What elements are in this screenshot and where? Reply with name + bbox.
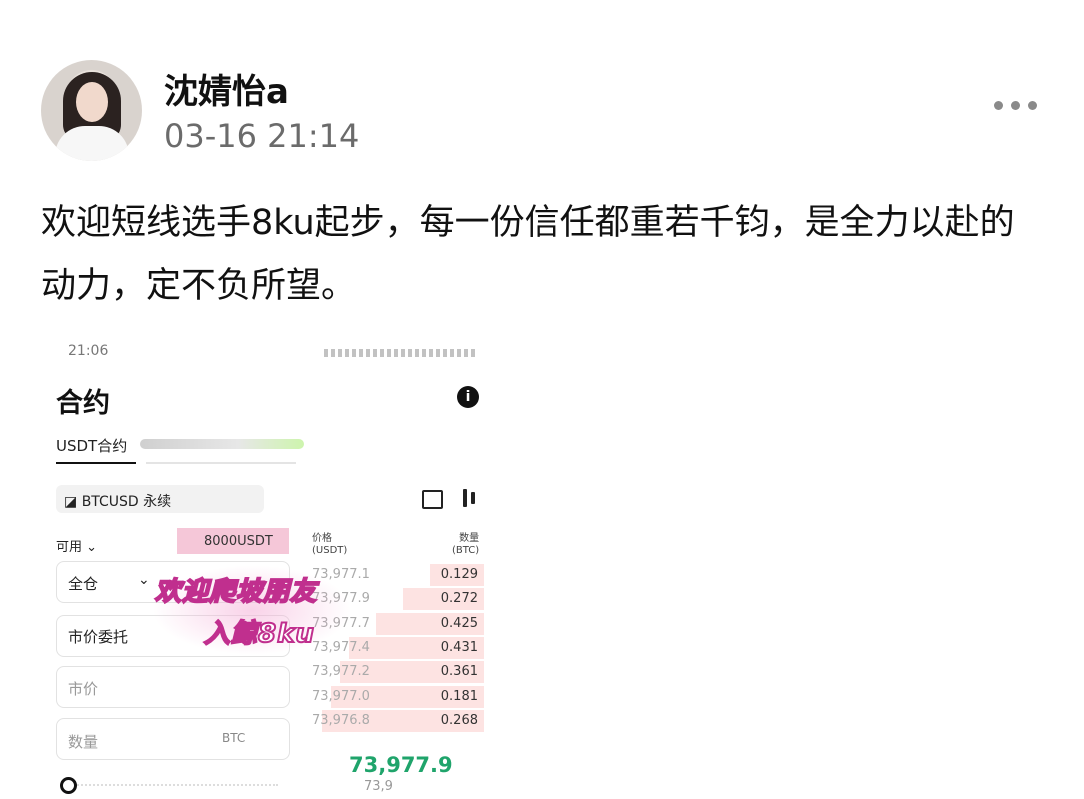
info-icon: i <box>457 386 479 408</box>
orderbook-row: 73,977.0 0.181 <box>304 685 484 709</box>
promo-overlay-line2: 入鲸8ku <box>203 618 315 650</box>
orderbook-row: 73,976.8 0.268 <box>304 709 484 733</box>
leverage-slider-track <box>74 784 278 786</box>
tab-active-underline <box>56 462 136 464</box>
tabs-blurred <box>140 439 304 449</box>
status-bar-clock: 21:06 <box>68 343 109 359</box>
more-options-icon[interactable] <box>994 101 1037 110</box>
orderbook-qty: 0.129 <box>440 567 478 582</box>
orderbook-price: 73,977.2 <box>312 664 370 680</box>
orderbook-row: 73,977.2 0.361 <box>304 660 484 684</box>
chevron-down-icon: ⌄ <box>138 572 150 588</box>
order-type-value: 市价委托 <box>68 628 129 646</box>
symbol-label: ◪ BTCUSD 永续 <box>64 494 172 510</box>
quantity-placeholder: 数量 <box>68 733 99 751</box>
orderbook-price-header: 价格 (USDT) <box>312 533 348 556</box>
promo-overlay-line1: 欢迎爬坡朋友 <box>154 576 318 608</box>
orderbook-qty: 0.268 <box>440 712 478 728</box>
orderbook-qty: 0.272 <box>440 591 478 607</box>
username[interactable]: 沈婧怡a <box>164 64 289 113</box>
available-label: 可用 ⌄ <box>56 540 98 555</box>
price-placeholder: 市价 <box>68 680 99 698</box>
candlestick-icon <box>463 489 477 507</box>
mark-price: 73,9 <box>364 779 393 794</box>
orderbook-price: 73,976.8 <box>312 712 370 728</box>
status-bar-blurred <box>324 349 476 357</box>
page-title: 合约 <box>56 388 110 419</box>
quantity-unit: BTC <box>222 731 246 745</box>
attached-screenshot[interactable]: 21:06 合约 i USDT合约 ◪ BTCUSD 永续 可用 ⌄ 8000U… <box>52 343 492 799</box>
orderbook-price: 73,977.0 <box>312 688 370 704</box>
leverage-slider-knob <box>60 777 77 794</box>
orderbook-qty: 0.431 <box>440 639 478 655</box>
post-timestamp: 03-16 21:14 <box>164 117 360 155</box>
orderbook-qty-header: 数量 (BTC) <box>452 533 480 556</box>
balance-value: 8000USDT <box>204 534 273 549</box>
tab-usdt-contract: USDT合约 <box>56 437 128 455</box>
last-price: 73,977.9 <box>349 753 453 777</box>
avatar[interactable] <box>41 60 142 161</box>
post-text: 欢迎短线选手8ku起步，每一份信任都重若千钧，是全力以赴的动力，定不负所望。 <box>41 203 1015 306</box>
chart-icon <box>422 490 443 509</box>
orderbook-qty: 0.181 <box>440 688 478 704</box>
orderbook-qty: 0.425 <box>440 615 478 631</box>
margin-mode-value: 全仓 <box>68 575 99 593</box>
orderbook-qty: 0.361 <box>440 664 478 680</box>
